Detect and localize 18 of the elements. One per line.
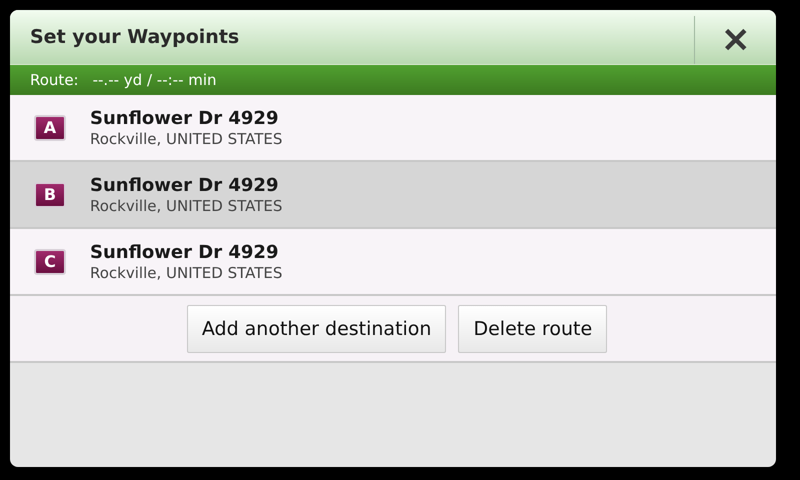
route-value: --.-- yd / --:-- min [92,71,217,89]
place-name: Rockville, UNITED STATES [90,264,282,282]
street-name: Sunflower Dr 4929 [90,108,280,130]
route-label: Route: [30,71,79,89]
place-name: Rockville, UNITED STATES [90,130,282,148]
waypoint-marker: A [34,114,66,140]
waypoint-marker: B [34,182,66,208]
street-name: Sunflower Dr 4929 [90,174,280,196]
waypoint-row[interactable]: C Sunflower Dr 4929 Rockville, UNITED STATES [10,229,776,296]
waypoint-row[interactable]: A Sunflower Dr 4929 Rockville, UNITED STATES [10,95,776,162]
action-button[interactable]: Delete route [458,304,608,352]
street-name: Sunflower Dr 4929 [90,242,280,264]
waypoint-marker: C [34,248,66,274]
waypoint-row[interactable]: B Sunflower Dr 4929 Rockville, UNITED STATES [10,162,776,229]
close-button[interactable]: ✕ [694,16,776,64]
place-name: Rockville, UNITED STATES [90,196,282,214]
window-title: Set your Waypoints [29,25,240,50]
action-button[interactable]: Add another destination [186,304,446,352]
